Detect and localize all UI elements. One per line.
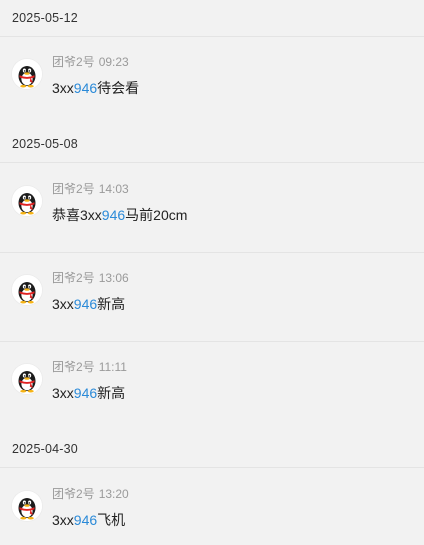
author-name: 团爷2号 xyxy=(52,182,95,196)
message-meta: 团爷2号 14:03 xyxy=(52,180,129,197)
content-text: 新高 xyxy=(97,296,126,312)
author-name: 团爷2号 xyxy=(52,271,95,285)
message-content: 恭喜3xx946马前20cm xyxy=(52,205,187,225)
message-meta: 团爷2号 13:06 xyxy=(52,269,129,286)
content-prefix: 3xx xyxy=(52,385,74,401)
stock-code-link[interactable]: 946 xyxy=(74,296,97,312)
message-time: 13:20 xyxy=(98,487,129,501)
content-prefix: 恭喜3xx xyxy=(52,207,102,223)
content-prefix: 3xx xyxy=(52,512,74,528)
content-text: 马前20cm xyxy=(125,207,188,223)
qq-penguin-icon[interactable] xyxy=(12,186,42,216)
message-item[interactable]: 团爷2号 11:11 3xx946新高 xyxy=(0,358,424,418)
divider xyxy=(0,252,424,253)
author-name: 团爷2号 xyxy=(52,360,95,374)
message-meta: 团爷2号 13:20 xyxy=(52,485,129,502)
date-header: 2025-05-08 xyxy=(12,137,78,151)
date-header: 2025-04-30 xyxy=(12,442,78,456)
message-item[interactable]: 团爷2号 13:20 3xx946飞机 xyxy=(0,485,424,545)
stock-code-link[interactable]: 946 xyxy=(74,385,97,401)
content-text: 待会看 xyxy=(97,80,140,96)
author-name: 团爷2号 xyxy=(52,55,95,69)
stock-code-link[interactable]: 946 xyxy=(102,207,125,223)
message-time: 14:03 xyxy=(98,182,129,196)
date-header: 2025-05-12 xyxy=(12,11,78,25)
stock-code-link[interactable]: 946 xyxy=(74,512,97,528)
message-item[interactable]: 团爷2号 14:03 恭喜3xx946马前20cm xyxy=(0,180,424,240)
author-name: 团爷2号 xyxy=(52,487,95,501)
qq-penguin-icon[interactable] xyxy=(12,364,42,394)
message-meta: 团爷2号 09:23 xyxy=(52,53,129,70)
message-content: 3xx946新高 xyxy=(52,383,125,403)
qq-penguin-icon[interactable] xyxy=(12,491,42,521)
message-content: 3xx946飞机 xyxy=(52,510,125,530)
content-prefix: 3xx xyxy=(52,296,74,312)
divider xyxy=(0,36,424,37)
message-time: 13:06 xyxy=(98,271,129,285)
message-feed: 2025-05-12 团爷2号 09:23 3xx946待会看 2025-05-0… xyxy=(0,0,424,545)
qq-penguin-icon[interactable] xyxy=(12,275,42,305)
qq-penguin-icon[interactable] xyxy=(12,59,42,89)
content-text: 新高 xyxy=(97,385,126,401)
stock-code-link[interactable]: 946 xyxy=(74,80,97,96)
message-time: 11:11 xyxy=(98,360,127,374)
divider xyxy=(0,341,424,342)
divider xyxy=(0,162,424,163)
content-prefix: 3xx xyxy=(52,80,74,96)
content-text: 飞机 xyxy=(97,512,126,528)
message-item[interactable]: 团爷2号 09:23 3xx946待会看 xyxy=(0,53,424,113)
divider xyxy=(0,467,424,468)
message-content: 3xx946新高 xyxy=(52,294,125,314)
message-meta: 团爷2号 11:11 xyxy=(52,358,127,375)
message-item[interactable]: 团爷2号 13:06 3xx946新高 xyxy=(0,269,424,329)
message-content: 3xx946待会看 xyxy=(52,78,139,98)
message-time: 09:23 xyxy=(98,55,129,69)
